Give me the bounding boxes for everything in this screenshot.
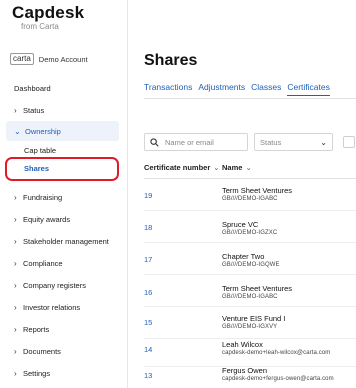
table-row[interactable]: 18 Spruce VC GB////DEMO-IGZXC xyxy=(144,211,356,243)
sidebar-item-label: Stakeholder management xyxy=(23,236,109,246)
sidebar-item-investor-relations[interactable]: › Investor relations xyxy=(0,299,128,315)
sidebar-item-label: Company registers xyxy=(23,280,86,290)
sort-icon: ⌄ xyxy=(245,163,252,172)
holder-detail: GB////DEMO-IGZXC xyxy=(222,230,278,236)
sidebar-item-equity-awards[interactable]: › Equity awards xyxy=(0,211,128,227)
divider xyxy=(144,98,356,99)
chevron-right-icon: › xyxy=(14,236,17,246)
sidebar-item-label: Fundraising xyxy=(23,192,63,202)
chevron-right-icon: › xyxy=(14,214,17,224)
sidebar-item-label: Status xyxy=(23,105,45,115)
table-row[interactable]: 19 Term Sheet Ventures GB////DEMO-IGABC xyxy=(144,179,356,211)
highlight-ring xyxy=(5,157,119,181)
table-row[interactable]: 17 Chapter Two GB////DEMO-IGQWE xyxy=(144,243,356,275)
sidebar-item-label: Shares xyxy=(24,163,50,173)
sort-icon: ⌄ xyxy=(213,163,220,172)
chevron-right-icon: › xyxy=(14,346,17,356)
account-name: Demo Account xyxy=(38,54,88,64)
chevron-right-icon: › xyxy=(14,280,17,290)
sidebar-item-label: Ownership xyxy=(25,126,61,136)
sidebar-item-stakeholder-management[interactable]: › Stakeholder management xyxy=(0,233,128,249)
sidebar-item-settings[interactable]: › Settings xyxy=(0,365,128,381)
main-content: Shares Transactions Adjustments Classes … xyxy=(128,0,356,388)
holder-name: Fergus Owen xyxy=(222,366,268,375)
chevron-down-icon: ⌄ xyxy=(14,126,21,136)
search-input[interactable] xyxy=(165,137,245,147)
tab-certificates[interactable]: Certificates xyxy=(287,82,330,96)
sidebar-subitem-shares[interactable]: Shares xyxy=(24,161,49,175)
holder-name: Term Sheet Ventures xyxy=(222,186,293,195)
certificate-number[interactable]: 17 xyxy=(144,255,152,264)
chevron-right-icon: › xyxy=(14,302,17,312)
certificate-number[interactable]: 14 xyxy=(144,345,152,354)
table-row[interactable]: 13 Fergus Owen capdesk-demo+fergus-owen@… xyxy=(144,361,356,388)
holder-name: Spruce VC xyxy=(222,220,259,229)
filter-checkbox[interactable] xyxy=(343,136,355,148)
sidebar-item-ownership[interactable]: ⌄ Ownership xyxy=(6,121,119,141)
status-select[interactable]: Status ⌄ xyxy=(254,133,333,151)
holder-detail: GB////DEMO-IGQWE xyxy=(222,262,280,268)
tab-classes[interactable]: Classes xyxy=(251,82,281,96)
column-header-name[interactable]: Name ⌄ xyxy=(222,163,252,172)
sidebar-item-company-registers[interactable]: › Company registers xyxy=(0,277,128,293)
sidebar-item-reports[interactable]: › Reports xyxy=(0,321,128,337)
chevron-right-icon: › xyxy=(14,368,17,378)
sidebar-item-label: Equity awards xyxy=(23,214,71,224)
sidebar-item-label: Compliance xyxy=(23,258,63,268)
sidebar-item-label: Dashboard xyxy=(14,83,51,93)
sidebar-item-label: Cap table xyxy=(24,145,57,155)
holder-detail: capdesk-demo+fergus-owen@carta.com xyxy=(222,376,334,382)
tab-bar: Transactions Adjustments Classes Certifi… xyxy=(144,82,336,98)
chevron-down-icon: ⌄ xyxy=(320,137,327,147)
holder-detail: capdesk-demo+leah-wilcox@carta.com xyxy=(222,350,331,356)
sidebar-item-label: Settings xyxy=(23,368,51,378)
holder-name: Term Sheet Ventures xyxy=(222,284,293,293)
carta-logo-icon: carta xyxy=(10,53,34,65)
certificate-number[interactable]: 18 xyxy=(144,223,152,232)
sidebar-item-label: Reports xyxy=(23,324,50,334)
certificate-number[interactable]: 13 xyxy=(144,371,152,380)
holder-detail: GB////DEMO-IGABC xyxy=(222,196,278,202)
holder-name: Venture EIS Fund I xyxy=(222,314,286,323)
holder-name: Leah Wilcox xyxy=(222,340,263,349)
tab-transactions[interactable]: Transactions xyxy=(144,82,192,96)
sidebar-subitem-cap-table[interactable]: Cap table xyxy=(24,143,56,157)
sidebar-item-dashboard[interactable]: Dashboard xyxy=(0,80,128,96)
search-box[interactable] xyxy=(144,133,248,151)
chevron-right-icon: › xyxy=(14,105,17,115)
holder-name: Chapter Two xyxy=(222,252,265,261)
holder-detail: GB////DEMO-IGABC xyxy=(222,294,278,300)
certificate-number[interactable]: 16 xyxy=(144,288,152,297)
column-header-label: Certificate number xyxy=(144,163,211,172)
sidebar-item-label: Documents xyxy=(23,346,61,356)
chevron-right-icon: › xyxy=(14,192,17,202)
account-switcher[interactable]: carta Demo Account xyxy=(10,52,88,66)
page-title: Shares xyxy=(144,52,198,69)
sidebar-item-label: Investor relations xyxy=(23,302,81,312)
chevron-right-icon: › xyxy=(14,324,17,334)
certificate-number[interactable]: 15 xyxy=(144,318,152,327)
tab-adjustments[interactable]: Adjustments xyxy=(198,82,245,96)
table-row[interactable]: 16 Term Sheet Ventures GB////DEMO-IGABC xyxy=(144,275,356,307)
brand-name: Capdesk xyxy=(12,3,85,22)
sidebar-item-compliance[interactable]: › Compliance xyxy=(0,255,128,271)
column-header-certificate-number[interactable]: Certificate number ⌄ xyxy=(144,163,220,172)
sidebar-item-status[interactable]: › Status xyxy=(0,102,128,118)
sidebar-item-documents[interactable]: › Documents xyxy=(0,343,128,359)
column-header-label: Name xyxy=(222,163,243,172)
sidebar-item-fundraising[interactable]: › Fundraising xyxy=(0,189,128,205)
chevron-right-icon: › xyxy=(14,258,17,268)
brand-logo[interactable]: Capdesk from Carta xyxy=(0,0,128,36)
holder-detail: GB////DEMO-IGXVY xyxy=(222,324,278,330)
certificate-number[interactable]: 19 xyxy=(144,191,152,200)
search-icon xyxy=(150,137,159,147)
brand-tagline: from Carta xyxy=(21,22,59,31)
sidebar: Capdesk from Carta carta Demo Account Da… xyxy=(0,0,128,388)
status-select-value: Status xyxy=(260,137,282,147)
